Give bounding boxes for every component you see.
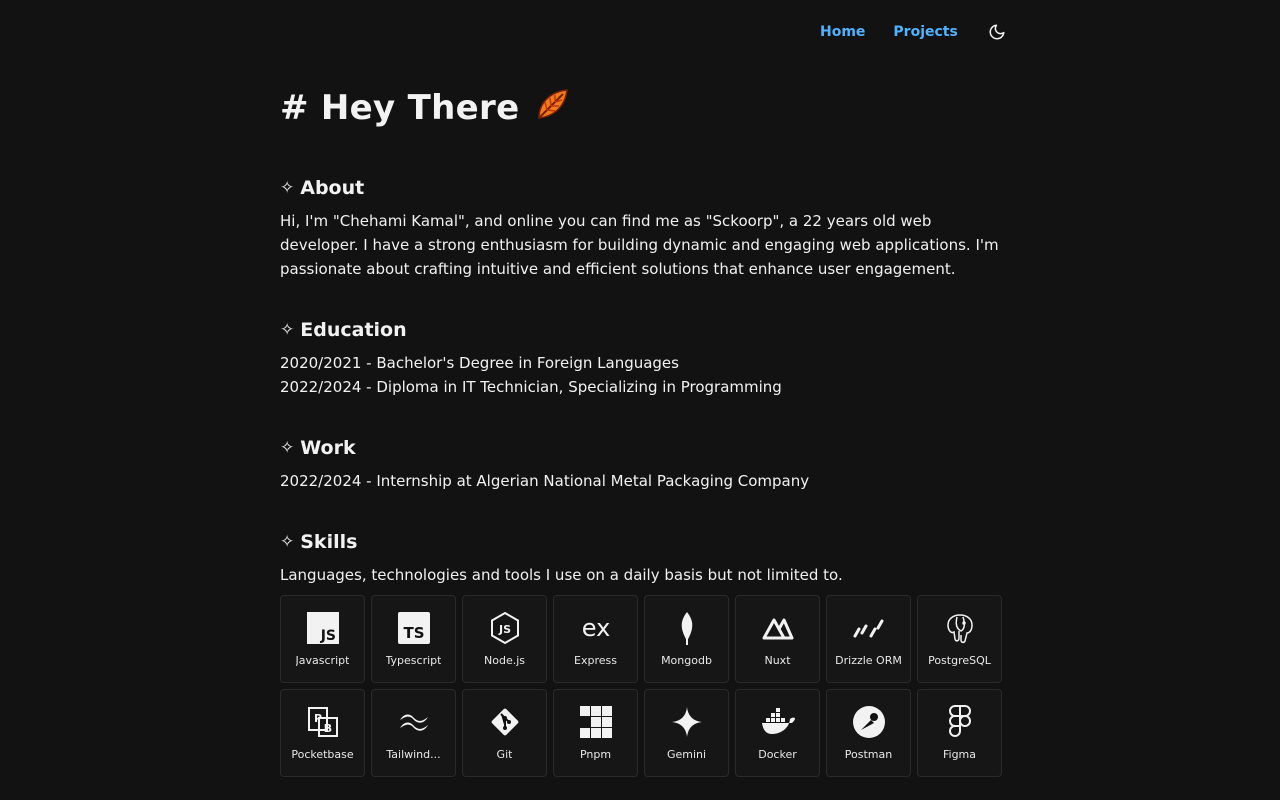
page-title-text: # Hey There (280, 88, 520, 128)
page-title: # Hey There (280, 88, 1002, 128)
nuxt-icon (760, 610, 796, 646)
about-text: Hi, I'm "Chehami Kamal", and online you … (280, 212, 999, 278)
education-item: 2020/2021 - Bachelor's Degree in Foreign… (280, 354, 679, 372)
sparkle-icon: ✧ (280, 438, 295, 458)
education-heading: ✧ Education (280, 317, 1002, 343)
express-icon: ex (578, 610, 614, 646)
skill-tile-mongodb[interactable]: Mongodb (644, 595, 729, 683)
skill-label: Drizzle ORM (835, 654, 902, 667)
postman-icon (851, 704, 887, 740)
skills-heading: ✧ Skills (280, 529, 1002, 555)
work-item: 2022/2024 - Internship at Algerian Natio… (280, 472, 810, 490)
work-heading: ✧ Work (280, 435, 1002, 461)
tailwind-icon (396, 704, 432, 740)
skill-label: Pnpm (579, 748, 612, 761)
skill-tile-docker[interactable]: Docker (735, 689, 820, 777)
svg-text:JS: JS (497, 623, 510, 636)
education-heading-text: Education (300, 319, 407, 341)
drizzle-icon (851, 610, 887, 646)
mongodb-icon (669, 610, 705, 646)
skill-tile-drizzle[interactable]: Drizzle ORM (826, 595, 911, 683)
theme-toggle-moon-icon[interactable] (986, 21, 1008, 43)
git-icon (487, 704, 523, 740)
skill-tile-postgresql[interactable]: PostgreSQL (917, 595, 1002, 683)
skill-tile-tailwind[interactable]: Tailwind... (371, 689, 456, 777)
nodejs-icon: JS (487, 610, 523, 646)
top-nav: Home Projects (820, 18, 1008, 46)
skill-label: Postman (844, 748, 893, 761)
skill-label: Javascript (295, 654, 350, 667)
work-section: ✧ Work 2022/2024 - Internship at Algeria… (280, 435, 1002, 493)
javascript-icon: JS (305, 610, 341, 646)
sparkle-icon: ✧ (280, 320, 295, 340)
about-heading-text: About (300, 177, 365, 199)
sparkle-icon: ✧ (280, 532, 295, 552)
skill-label: Pocketbase (291, 748, 354, 761)
leaf-emoji-icon (533, 84, 573, 133)
nav-projects-link[interactable]: Projects (893, 24, 957, 40)
skill-label: Figma (942, 748, 977, 761)
education-item: 2022/2024 - Diploma in IT Technician, Sp… (280, 378, 782, 396)
skill-tile-pocketbase[interactable]: PB Pocketbase (280, 689, 365, 777)
docker-icon (760, 704, 796, 740)
typescript-icon: TS (396, 610, 432, 646)
skills-grid: JS Javascript TS Typescript JS Node.js e… (280, 595, 1002, 777)
skill-tile-typescript[interactable]: TS Typescript (371, 595, 456, 683)
figma-icon (942, 704, 978, 740)
skill-tile-express[interactable]: ex Express (553, 595, 638, 683)
skills-intro: Languages, technologies and tools I use … (280, 566, 843, 584)
svg-text:B: B (323, 722, 331, 735)
nav-home-link[interactable]: Home (820, 24, 865, 40)
skill-label: Node.js (484, 654, 525, 667)
skills-section: ✧ Skills Languages, technologies and too… (280, 529, 1002, 777)
skill-label: Gemini (666, 748, 707, 761)
skill-label: Git (496, 748, 513, 761)
main-content: # Hey There ✧ About Hi, I'm "Chehami Kam… (280, 88, 1002, 777)
sparkle-icon: ✧ (280, 178, 295, 198)
education-section: ✧ Education 2020/2021 - Bachelor's Degre… (280, 317, 1002, 399)
skill-tile-postman[interactable]: Postman (826, 689, 911, 777)
svg-text:P: P (313, 712, 321, 725)
skill-label: PostgreSQL (928, 654, 991, 667)
skill-tile-javascript[interactable]: JS Javascript (280, 595, 365, 683)
skills-heading-text: Skills (300, 531, 358, 553)
pnpm-icon (578, 704, 614, 740)
gemini-icon (669, 704, 705, 740)
about-heading: ✧ About (280, 175, 1002, 201)
svg-text:TS: TS (403, 624, 424, 642)
skill-tile-nuxt[interactable]: Nuxt (735, 595, 820, 683)
skill-label: Tailwind... (386, 748, 441, 761)
skill-tile-pnpm[interactable]: Pnpm (553, 689, 638, 777)
skill-tile-nodejs[interactable]: JS Node.js (462, 595, 547, 683)
about-section: ✧ About Hi, I'm "Chehami Kamal", and onl… (280, 175, 1002, 281)
skill-label: Mongodb (661, 654, 712, 667)
skill-label: Express (574, 654, 617, 667)
skill-label: Docker (758, 748, 797, 761)
skill-tile-gemini[interactable]: Gemini (644, 689, 729, 777)
work-heading-text: Work (300, 437, 356, 459)
skill-label: Typescript (385, 654, 442, 667)
skill-tile-git[interactable]: Git (462, 689, 547, 777)
pocketbase-icon: PB (305, 704, 341, 740)
skill-label: Nuxt (764, 654, 791, 667)
svg-text:JS: JS (319, 628, 335, 644)
svg-text:ex: ex (581, 614, 610, 642)
postgresql-icon (942, 610, 978, 646)
skill-tile-figma[interactable]: Figma (917, 689, 1002, 777)
